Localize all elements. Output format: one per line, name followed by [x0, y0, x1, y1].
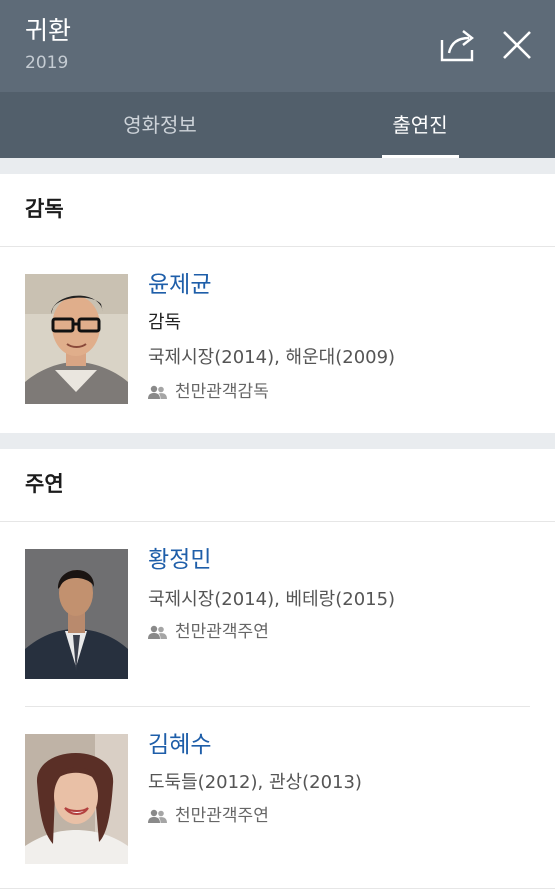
app-header: 귀환 2019 — [0, 0, 555, 92]
person-works: 국제시장(2014), 해운대(2009) — [148, 347, 396, 368]
person-name-link[interactable]: 김혜수 — [148, 730, 211, 760]
badge-label: 천만관객주연 — [175, 806, 269, 826]
person-photo — [25, 274, 128, 404]
close-icon — [503, 31, 531, 59]
share-icon — [440, 30, 474, 62]
share-button[interactable] — [439, 26, 479, 64]
section-title-lead: 주연 — [25, 472, 64, 496]
person-badge: 천만관객주연 — [148, 804, 269, 828]
section-title-director: 감독 — [25, 197, 64, 221]
badge-label: 천만관객감독 — [175, 382, 269, 402]
divider — [0, 521, 555, 522]
tab-cast[interactable]: 출연진 — [340, 92, 500, 158]
people-icon — [148, 809, 167, 823]
person-works: 국제시장(2014), 베테랑(2015) — [148, 589, 396, 610]
person-photo — [25, 549, 128, 679]
director-photo[interactable] — [25, 274, 128, 404]
person-photo — [25, 734, 128, 864]
movie-year: 2019 — [25, 53, 69, 73]
person-name-link[interactable]: 황정민 — [148, 545, 211, 575]
close-button[interactable] — [500, 28, 534, 62]
divider — [25, 706, 530, 707]
section-spacer — [0, 158, 555, 174]
tab-bar: 영화정보 출연진 — [0, 92, 555, 158]
actor-photo[interactable] — [25, 549, 128, 679]
person-badge: 천만관객주연 — [148, 620, 269, 644]
person-badge: 천만관객감독 — [148, 380, 269, 404]
tab-movie-info[interactable]: 영화정보 — [60, 92, 260, 158]
people-icon — [148, 385, 167, 399]
divider — [0, 888, 555, 889]
people-icon — [148, 625, 167, 639]
person-works: 도둑들(2012), 관상(2013) — [148, 772, 362, 793]
person-name-link[interactable]: 윤제균 — [148, 270, 211, 300]
actor-photo[interactable] — [25, 734, 128, 864]
person-role: 감독 — [148, 312, 182, 333]
badge-label: 천만관객주연 — [175, 622, 269, 642]
movie-title: 귀환 — [25, 16, 72, 45]
section-spacer — [0, 433, 555, 449]
divider — [0, 246, 555, 247]
